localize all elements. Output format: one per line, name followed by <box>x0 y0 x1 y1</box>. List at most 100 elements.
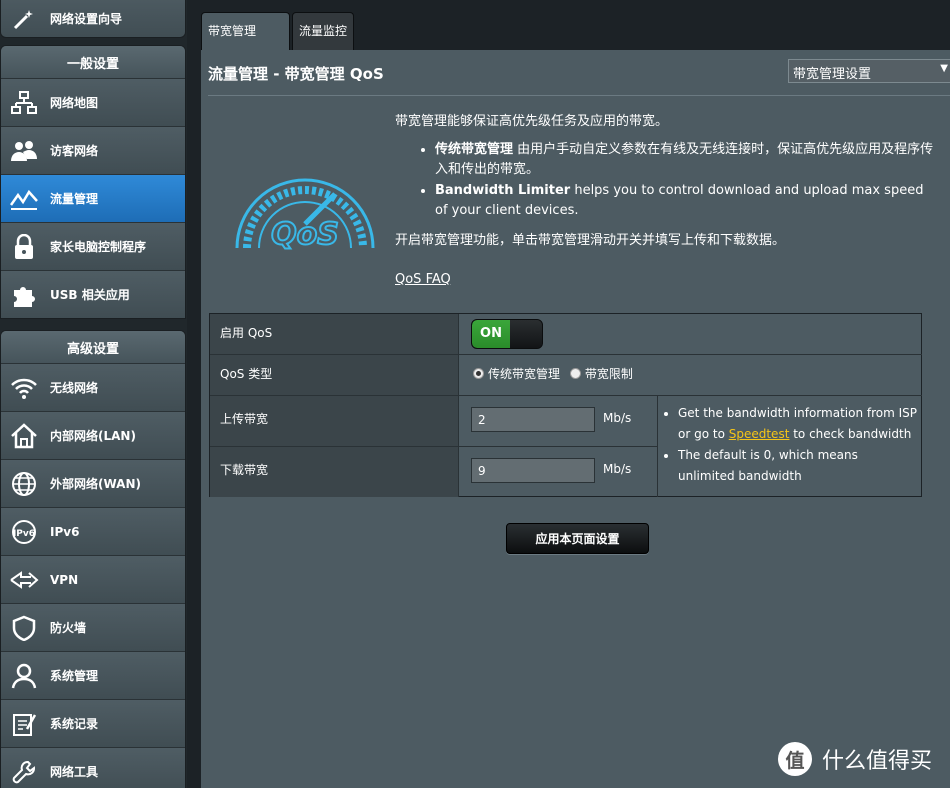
radio-label: 传统带宽管理 <box>488 367 561 381</box>
sidebar-item-network-tools[interactable]: 网络工具 <box>1 747 185 788</box>
qos-faq-link[interactable]: QoS FAQ <box>395 272 451 287</box>
help-item: Get the bandwidth information from ISP o… <box>678 403 918 445</box>
tab-qos[interactable]: 带宽管理 QoS <box>201 12 290 74</box>
sidebar-item-label: 流量管理 <box>50 192 99 206</box>
sidebar-item-firewall[interactable]: 防火墙 <box>1 603 185 651</box>
bandwidth-help: Get the bandwidth information from ISP o… <box>657 396 922 497</box>
sidebar: 网络设置向导 一般设置 网络地图 访客网络 流量管理 家长电脑控制程序 USB … <box>0 0 187 788</box>
sidebar-item-system-log[interactable]: 系统记录 <box>1 699 185 747</box>
sidebar-item-wan[interactable]: 外部网络(WAN) <box>1 459 185 507</box>
wrench-icon <box>9 757 39 787</box>
sidebar-item-label: 网络地图 <box>50 96 99 110</box>
home-icon <box>9 421 39 451</box>
sidebar-item-network-map[interactable]: 网络地图 <box>1 78 185 126</box>
sidebar-item-label: 外部网络(WAN) <box>50 477 141 491</box>
instructions-text: 开启带宽管理功能，单击带宽管理滑动开关并填写上传和下载数据。 <box>395 233 786 248</box>
sidebar-item-label: 无线网络 <box>50 381 99 395</box>
radio-dot <box>569 368 581 379</box>
mode-select-value: 带宽管理设置 <box>793 67 872 82</box>
sidebar-item-vpn[interactable]: VPN <box>1 555 185 603</box>
sidebar-item-ipv6[interactable]: IPv6 IPv6 <box>1 507 185 555</box>
network-map-icon <box>9 88 39 118</box>
qos-toggle-switch[interactable]: ON <box>471 319 543 349</box>
sidebar-wizard-group: 网络设置向导 <box>0 0 186 38</box>
download-unit: Mb/s <box>603 462 632 476</box>
feature-title: Bandwidth Limiter <box>435 183 571 198</box>
intro-text: 带宽管理能够保证高优先级任务及应用的带宽。 <box>395 114 669 129</box>
guest-users-icon <box>9 136 39 166</box>
sidebar-item-label: 系统记录 <box>50 717 99 731</box>
radio-dot <box>473 368 484 379</box>
watermark-text: 什么值得买 <box>822 749 933 774</box>
upload-bandwidth-cell: Mb/s <box>459 396 657 447</box>
download-bandwidth-cell: Mb/s <box>459 447 657 497</box>
sidebar-item-usb-apps[interactable]: USB 相关应用 <box>1 270 185 318</box>
page-title: 流量管理 - 带宽管理 QoS <box>208 65 384 83</box>
sidebar-item-parental-control[interactable]: 家长电脑控制程序 <box>1 222 185 270</box>
help-item: The default is 0, which means unlimited … <box>678 445 918 487</box>
title-bar: 流量管理 - 带宽管理 QoS 带宽管理设置 ▼ <box>201 50 950 96</box>
main-panel: 流量管理 - 带宽管理 QoS 带宽管理设置 ▼ QoS 带宽管理能够保证高优先… <box>201 50 950 788</box>
sidebar-general-group: 一般设置 网络地图 访客网络 流量管理 家长电脑控制程序 USB 相关应用 <box>0 45 186 319</box>
upload-unit: Mb/s <box>603 411 632 425</box>
sidebar-item-wizard[interactable]: 网络设置向导 <box>1 0 185 37</box>
radio-label: 带宽限制 <box>584 367 633 381</box>
toggle-on-label: ON <box>472 320 510 348</box>
svg-text:IPv6: IPv6 <box>13 529 35 539</box>
sidebar-item-administration[interactable]: 系统管理 <box>1 651 185 699</box>
qos-logo-text: QoS <box>271 217 339 252</box>
speedtest-link[interactable]: Speedtest <box>729 427 790 441</box>
download-bandwidth-input[interactable] <box>471 458 595 483</box>
intro-section: 带宽管理能够保证高优先级任务及应用的带宽。 传统带宽管理 由用户手动自定义参数在… <box>395 112 935 259</box>
sidebar-item-traffic-manager[interactable]: 流量管理 <box>1 174 185 222</box>
shield-icon <box>9 613 39 643</box>
sidebar-item-label: 网络工具 <box>50 765 99 779</box>
sidebar-item-lan[interactable]: 内部网络(LAN) <box>1 411 185 459</box>
globe-icon <box>9 469 39 499</box>
qos-settings-table: 启用 QoS ON QoS 类型 传统带宽管理 带宽限制 上传带宽 Mb/s 下… <box>209 313 922 497</box>
sidebar-advanced-header: 高级设置 <box>1 331 185 363</box>
enable-qos-label: 启用 QoS <box>210 314 459 355</box>
qos-type-label: QoS 类型 <box>210 355 459 396</box>
sidebar-item-label: 内部网络(LAN) <box>50 429 136 443</box>
qos-type-cell: 传统带宽管理 带宽限制 <box>459 355 922 396</box>
download-bandwidth-label: 下载带宽 <box>210 447 459 497</box>
log-icon <box>9 709 39 739</box>
radio-bandwidth-limiter[interactable]: 带宽限制 <box>569 365 633 382</box>
tab-traffic-monitor[interactable]: 流量监控 <box>292 12 354 50</box>
sidebar-item-label: 系统管理 <box>50 669 99 683</box>
title-divider <box>208 95 950 96</box>
sidebar-item-label: USB 相关应用 <box>50 288 130 302</box>
sidebar-item-wireless[interactable]: 无线网络 <box>1 363 185 411</box>
mode-select[interactable]: 带宽管理设置 ▼ <box>788 59 950 83</box>
sidebar-item-label: IPv6 <box>50 524 80 539</box>
qos-logo-icon: QoS <box>231 162 379 258</box>
admin-user-icon <box>9 661 39 691</box>
sidebar-item-label: VPN <box>50 572 79 587</box>
traffic-icon <box>9 184 39 214</box>
help-text: to check bandwidth <box>789 427 912 441</box>
lock-icon <box>9 232 39 262</box>
wand-icon <box>9 4 39 34</box>
vpn-icon <box>9 565 39 595</box>
sidebar-general-header: 一般设置 <box>1 46 185 78</box>
radio-traditional-qos[interactable]: 传统带宽管理 <box>473 365 560 382</box>
apply-button[interactable]: 应用本页面设置 <box>506 523 649 554</box>
feature-item: 传统带宽管理 由用户手动自定义参数在有线及无线连接时，保证高优先级应用及程序传入… <box>435 140 935 180</box>
ipv6-icon: IPv6 <box>9 517 39 547</box>
sidebar-item-label: 防火墙 <box>50 621 87 635</box>
sidebar-item-guest-network[interactable]: 访客网络 <box>1 126 185 174</box>
watermark-badge: 值 <box>778 742 812 776</box>
upload-bandwidth-input[interactable] <box>471 407 595 432</box>
feature-item: Bandwidth Limiter helps you to control d… <box>435 181 935 221</box>
feature-list: 传统带宽管理 由用户手动自定义参数在有线及无线连接时，保证高优先级应用及程序传入… <box>435 140 935 221</box>
toggle-knob <box>510 320 542 348</box>
feature-title: 传统带宽管理 <box>435 142 514 157</box>
sidebar-advanced-group: 高级设置 无线网络 内部网络(LAN) 外部网络(WAN) IPv6 IPv6 <box>0 330 186 788</box>
sidebar-item-label: 网络设置向导 <box>50 12 123 26</box>
sidebar-item-label: 访客网络 <box>50 144 99 158</box>
wifi-icon <box>9 373 39 403</box>
chevron-down-icon: ▼ <box>940 63 948 74</box>
watermark: 值 什么值得买 <box>778 742 932 776</box>
puzzle-icon <box>9 280 39 310</box>
